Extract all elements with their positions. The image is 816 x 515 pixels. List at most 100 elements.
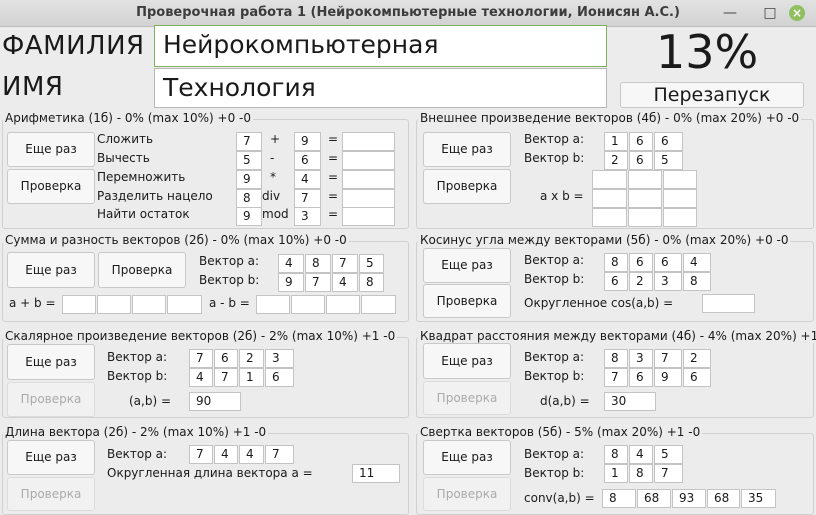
conv-result-label: conv(a,b) =	[524, 491, 595, 505]
arith-result-input[interactable]	[342, 189, 395, 208]
length-again-button[interactable]: Еще раз	[7, 440, 95, 475]
scalar-title: Скалярное произведение векторов (2б) - 2…	[3, 329, 398, 343]
outer-result-input[interactable]	[592, 208, 627, 227]
vector-a-cell: 4	[629, 445, 653, 464]
arith-result-input[interactable]	[342, 132, 395, 151]
arith-operand-b: 7	[294, 189, 321, 208]
vector-a-cell: 8	[305, 254, 331, 273]
arithmetic-title: Арифметика (1б) - 0% (max 10%) +0 -0	[3, 111, 254, 125]
arithmetic-check-button[interactable]: Проверка	[7, 169, 95, 204]
arith-operand-b: 4	[294, 170, 321, 189]
outer-again-button[interactable]: Еще раз	[423, 132, 511, 167]
vector-a-cell: 3	[265, 349, 294, 368]
close-icon[interactable]: ×	[789, 5, 805, 21]
diff-result-input[interactable]	[291, 295, 325, 314]
cosine-result-label: Округленное cos(a,b) =	[524, 296, 674, 310]
vector-a-cell: 4	[239, 445, 264, 464]
vector-b-cell: 8	[683, 272, 711, 291]
diff-result-input[interactable]	[256, 295, 290, 314]
arith-result-input[interactable]	[342, 151, 395, 170]
length-result-input[interactable]: 11	[352, 464, 400, 483]
outer-result-input[interactable]	[663, 189, 697, 208]
vector-b-cell: 6	[629, 368, 653, 387]
vector-a-label: Вектор a:	[524, 253, 585, 267]
diff-result-input[interactable]	[326, 295, 360, 314]
distance-result-input[interactable]: 30	[604, 392, 656, 411]
outer-result-input[interactable]	[628, 189, 662, 208]
arith-row-label: Разделить нацело	[97, 189, 213, 203]
restart-button[interactable]: Перезапуск	[620, 82, 804, 108]
minimize-icon[interactable]: —	[720, 3, 740, 23]
vector-a-cell: 8	[604, 445, 628, 464]
name-input[interactable]: Технология	[154, 68, 607, 108]
vector-b-cell: 7	[214, 368, 238, 387]
diff-result-input[interactable]	[361, 295, 396, 314]
cosine-check-button[interactable]: Проверка	[423, 284, 511, 318]
vector-a-label: Вектор a:	[524, 350, 585, 364]
sumdiff-check-button[interactable]: Проверка	[98, 252, 186, 288]
outer-result-input[interactable]	[628, 208, 662, 227]
length-check-button[interactable]: Проверка	[7, 477, 95, 511]
vector-a-cell: 5	[654, 445, 683, 464]
conv-again-button[interactable]: Еще раз	[423, 440, 511, 475]
arith-operator: mod	[262, 207, 289, 221]
diff-label: a - b =	[209, 296, 250, 310]
arith-operand-a: 9	[236, 207, 262, 226]
scalar-again-button[interactable]: Еще раз	[7, 344, 95, 380]
conv-result-input[interactable]: 8	[602, 489, 636, 508]
conv-check-button[interactable]: Проверка	[423, 477, 511, 511]
vector-a-cell: 4	[214, 445, 238, 464]
arith-operator: div	[262, 189, 281, 203]
scalar-result-input[interactable]: 90	[189, 392, 241, 411]
vector-a-cell: 4	[278, 254, 304, 273]
vector-a-cell: 2	[683, 349, 711, 368]
outer-result-input[interactable]	[663, 208, 697, 227]
sum-result-input[interactable]	[62, 295, 96, 314]
arith-operand-b: 6	[294, 151, 321, 170]
distance-title: Квадрат расстояния между векторами (4б) …	[418, 329, 816, 343]
sum-result-input[interactable]	[132, 295, 166, 314]
arith-result-input[interactable]	[342, 207, 395, 226]
conv-result-input[interactable]: 93	[672, 489, 706, 508]
arith-operand-a: 9	[236, 170, 262, 189]
arithmetic-again-button[interactable]: Еще раз	[7, 132, 95, 167]
vector-a-cell: 7	[332, 254, 358, 273]
vector-b-cell: 8	[359, 273, 384, 292]
sum-result-input[interactable]	[97, 295, 131, 314]
outer-result-input[interactable]	[663, 170, 697, 189]
vector-a-cell: 7	[265, 445, 294, 464]
arith-result-input[interactable]	[342, 170, 395, 189]
outer-result-input[interactable]	[628, 170, 662, 189]
arith-operand-b: 3	[294, 207, 321, 226]
distance-again-button[interactable]: Еще раз	[423, 343, 511, 379]
surname-input[interactable]: Нейрокомпьютерная	[154, 25, 607, 67]
arith-operand-a: 8	[236, 189, 262, 208]
scalar-check-button[interactable]: Проверка	[7, 382, 95, 417]
outer-check-button[interactable]: Проверка	[423, 169, 511, 204]
conv-result-input[interactable]: 35	[741, 489, 776, 508]
sumdiff-again-button[interactable]: Еще раз	[7, 252, 95, 288]
vector-b-cell: 7	[604, 368, 628, 387]
outer-result-input[interactable]	[592, 170, 627, 189]
distance-check-button[interactable]: Проверка	[423, 381, 511, 415]
vector-b-cell: 6	[629, 151, 653, 170]
arith-operand-a: 7	[236, 132, 262, 151]
conv-result-input[interactable]: 68	[707, 489, 740, 508]
arith-operator: -	[270, 151, 275, 165]
vector-b-cell: 2	[604, 151, 628, 170]
vector-b-cell: 6	[683, 368, 711, 387]
vector-b-cell: 6	[604, 272, 628, 291]
outer-result-input[interactable]	[592, 189, 627, 208]
maximize-icon[interactable]: □	[760, 3, 780, 23]
conv-result-input[interactable]: 68	[637, 489, 671, 508]
vector-b-cell: 4	[332, 273, 358, 292]
outer-product-title: Внешнее произведение векторов (4б) - 0% …	[418, 111, 802, 125]
vector-b-label: Вектор b:	[199, 273, 260, 287]
cosine-again-button[interactable]: Еще раз	[423, 248, 511, 283]
arith-row-label: Перемножить	[97, 170, 186, 184]
vector-b-cell: 2	[629, 272, 653, 291]
sum-result-input[interactable]	[167, 295, 202, 314]
distance-result-label: d(a,b) =	[540, 394, 590, 408]
cosine-result-input[interactable]	[702, 294, 755, 313]
arith-equals: =	[328, 207, 339, 221]
